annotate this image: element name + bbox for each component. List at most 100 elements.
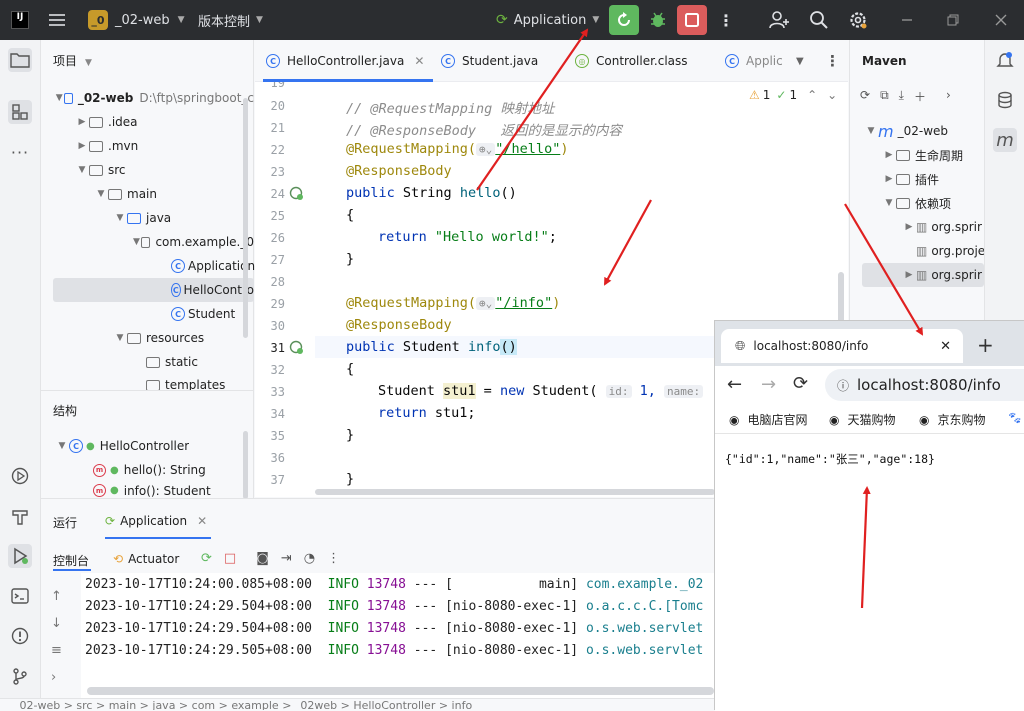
project-panel-title[interactable]: 项目 ▼ <box>53 52 92 69</box>
run-tab-application[interactable]: ⟳ Application ✕ <box>105 514 207 528</box>
browser-tab[interactable]: 🌐︎ localhost:8080/info ✕ <box>721 329 963 363</box>
run-config-selector[interactable]: ⟳ Application ▼ <box>496 0 599 40</box>
build-hammer-icon[interactable] <box>8 505 32 529</box>
git-icon[interactable] <box>8 664 32 688</box>
chevron-up-icon[interactable]: ⌃ <box>807 88 817 102</box>
tab-close-icon[interactable]: ✕ <box>940 339 951 354</box>
tab-student[interactable]: C Student.java <box>441 40 538 82</box>
rerun-icon[interactable]: ⟳ <box>201 551 212 566</box>
console-h-scrollbar[interactable] <box>87 687 714 695</box>
debug-button[interactable] <box>643 5 673 35</box>
gutter-endpoint-icon[interactable] <box>289 340 305 359</box>
notifications-bell-icon[interactable] <box>993 48 1017 72</box>
more-vertical-icon[interactable]: ⋮ <box>825 40 840 82</box>
tree-item-src[interactable]: ▼ src <box>75 158 126 182</box>
minimize-icon[interactable] <box>900 0 914 40</box>
tree-item-main[interactable]: ▼ main <box>94 182 157 206</box>
structure-item-hello[interactable]: m ● hello(): String <box>93 458 206 482</box>
structure-item-class[interactable]: ▼ C ● HelloController <box>55 434 189 458</box>
tabs-dropdown-icon[interactable]: ▼ <box>796 40 804 82</box>
bookmark-item[interactable]: ◉ 电脑店官网 <box>729 411 808 428</box>
tab-application[interactable]: C Applic <box>725 40 785 82</box>
paw-icon[interactable]: 🐾︎ <box>1007 411 1022 425</box>
stop-button[interactable] <box>677 5 707 35</box>
maven-item-lifecycle[interactable]: ▶ 生命周期 <box>882 143 963 167</box>
bookmark-item[interactable]: ◉ 京东购物 <box>919 411 986 428</box>
more-vertical-icon[interactable]: ⋮ <box>327 551 340 566</box>
tab-hellocontroller[interactable]: C HelloController.java ✕ <box>266 40 424 82</box>
stop-icon[interactable]: □ <box>224 551 236 566</box>
tree-item-static[interactable]: static <box>146 350 198 374</box>
address-bar[interactable]: ⓘ localhost:8080/info <box>825 369 1024 401</box>
rerun-button[interactable] <box>609 5 639 35</box>
export-icon[interactable]: ⇥ <box>281 551 292 566</box>
close-icon[interactable] <box>994 0 1008 40</box>
download-icon[interactable]: ⤓ <box>899 88 904 105</box>
maven-item-dep-2[interactable]: ▥ org.proje <box>916 239 984 263</box>
tab-close-icon[interactable]: ✕ <box>197 514 207 528</box>
problems-icon[interactable] <box>8 624 32 648</box>
chevron-right-icon[interactable]: › <box>946 88 951 105</box>
tree-item-module[interactable]: ▼ _02-web D:\ftp\springboot_c <box>55 86 254 110</box>
project-folder-icon[interactable] <box>8 48 32 72</box>
run-tool-icon[interactable] <box>8 544 32 568</box>
more-vertical-icon[interactable]: ⋮ <box>718 0 734 40</box>
project-scrollbar[interactable] <box>243 98 248 338</box>
chevron-right-icon: ▶ <box>885 150 893 160</box>
add-icon[interactable]: ＋ <box>914 88 926 105</box>
tree-item-package[interactable]: ▼ com.example._0 <box>132 230 254 254</box>
vcs-menu[interactable]: 版本控制 ▼ <box>198 0 263 40</box>
tree-item-hellocontroller[interactable]: C HelloContro <box>171 278 254 302</box>
structure-scrollbar[interactable] <box>243 431 248 499</box>
chevron-down-icon[interactable]: ⌄ <box>827 88 837 102</box>
add-user-icon[interactable] <box>769 0 789 40</box>
back-arrow-icon[interactable]: ← <box>727 374 742 395</box>
ide-logo[interactable]: IJ <box>11 0 29 40</box>
dashboard-icon[interactable]: ◔ <box>304 551 315 566</box>
tree-item-idea[interactable]: ▶ .idea <box>75 110 138 134</box>
tree-item-java[interactable]: ▼ java <box>113 206 172 230</box>
globe-link-icon[interactable]: ⊕⌄ <box>476 297 496 310</box>
reload-project-icon[interactable]: ⧉ <box>880 88 889 105</box>
maven-item-dep-1[interactable]: ▶ ▥ org.sprir <box>902 215 984 239</box>
camera-icon[interactable]: ◙ <box>256 551 269 566</box>
soft-wrap-icon[interactable]: ≡ <box>51 643 62 658</box>
globe-link-icon[interactable]: ⊕⌄ <box>476 143 496 156</box>
reload-icon[interactable]: ⟳ <box>860 88 870 105</box>
new-tab-plus-icon[interactable]: + <box>977 333 994 357</box>
services-icon[interactable] <box>8 464 32 488</box>
terminal-icon[interactable] <box>8 584 32 608</box>
gutter-endpoint-icon[interactable] <box>289 186 305 205</box>
more-horizontal-icon[interactable]: ··· <box>8 140 32 164</box>
reload-icon[interactable]: ⟳ <box>793 373 808 394</box>
forward-arrow-icon[interactable]: → <box>761 374 776 395</box>
arrow-up-icon[interactable]: ↑ <box>51 589 62 604</box>
search-icon[interactable] <box>809 0 829 40</box>
actuator-tab[interactable]: ⟲ Actuator <box>113 552 179 566</box>
structure-item-info[interactable]: m ● info(): Student <box>93 482 211 499</box>
project-selector[interactable]: _0 _02-web ▼ <box>88 0 185 40</box>
tree-item-templates[interactable]: templates <box>146 374 225 390</box>
structure-icon[interactable] <box>8 100 32 124</box>
tree-item-student[interactable]: C Student <box>171 302 235 326</box>
hamburger-menu-icon[interactable] <box>48 0 66 40</box>
maven-item-plugins[interactable]: ▶ 插件 <box>882 167 939 191</box>
tree-item-mvn[interactable]: ▶ .mvn <box>75 134 139 158</box>
tab-controller-class[interactable]: ◎ Controller.class <box>575 40 688 82</box>
maven-item-dependencies[interactable]: ▼ 依赖项 <box>882 191 951 215</box>
arrow-down-icon[interactable]: ↓ <box>51 616 62 631</box>
info-icon[interactable]: ⓘ <box>837 377 849 394</box>
tab-close-icon[interactable]: ✕ <box>414 54 424 68</box>
bookmark-item[interactable]: ◉ 天猫购物 <box>829 411 896 428</box>
tree-item-resources[interactable]: ▼ resources <box>113 326 205 350</box>
maven-item-module[interactable]: ▼ m _02-web <box>864 119 948 143</box>
console-tab[interactable]: 控制台 <box>53 552 89 569</box>
chevron-right-icon[interactable]: › <box>51 670 62 685</box>
inspection-widget[interactable]: ⚠ 1 ✓ 1 ⌃ ⌄ <box>749 88 837 102</box>
maven-m-icon[interactable]: m <box>993 128 1017 152</box>
restore-icon[interactable] <box>946 0 960 40</box>
database-icon[interactable] <box>993 88 1017 112</box>
editor-h-scrollbar[interactable] <box>315 489 715 495</box>
maven-item-dep-3[interactable]: ▶ ▥ org.sprir <box>902 263 984 287</box>
settings-gear-icon[interactable] <box>848 0 868 40</box>
